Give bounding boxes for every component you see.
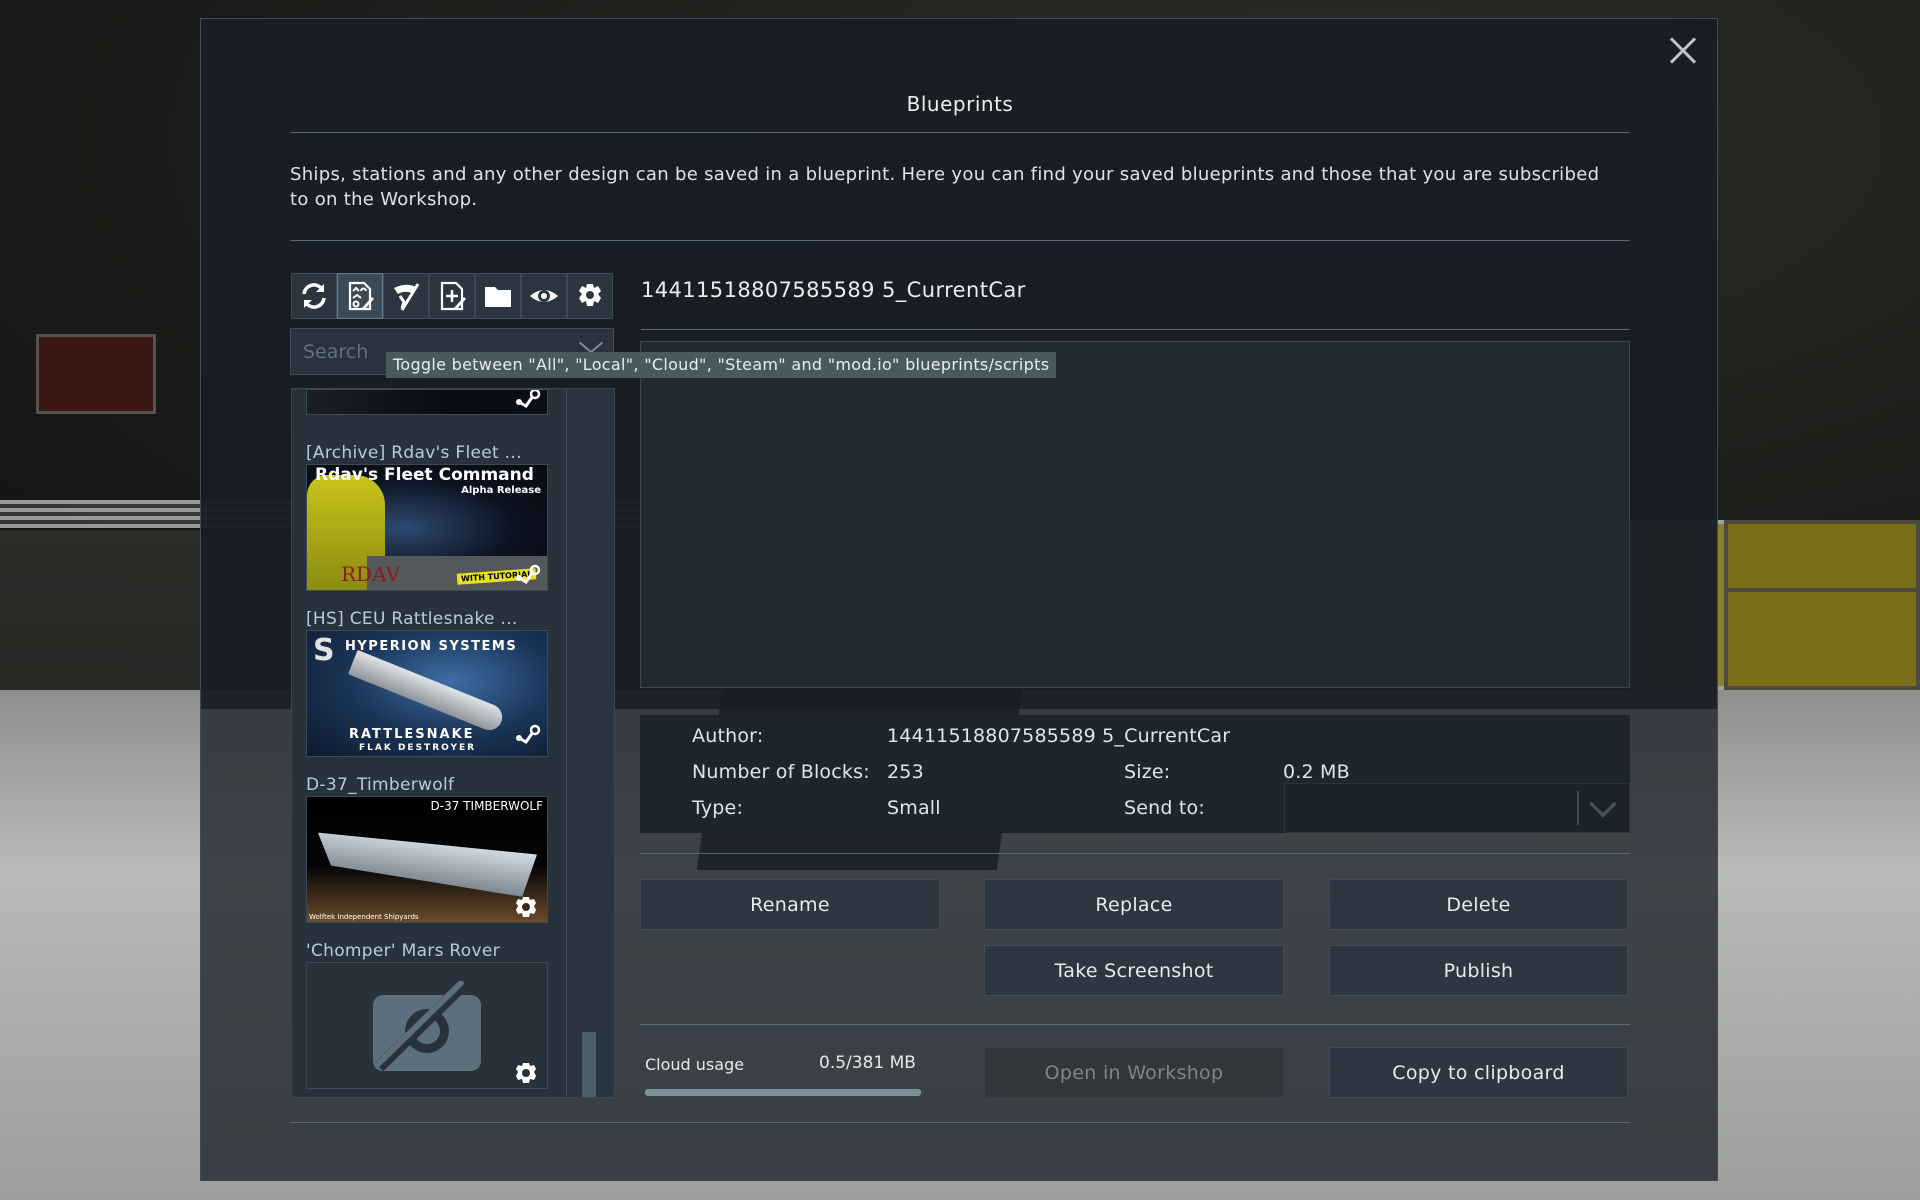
steam-icon [516, 390, 541, 408]
list-item[interactable]: [Archive] Rdav's Fleet ... Rdav's Fleet … [306, 442, 548, 591]
thumbnail-subtitle: RATTLESNAKE [349, 727, 475, 742]
type-label: Type: [692, 797, 744, 819]
list-item[interactable]: [HS] CEU Rattlesnake ... S HYPERION SYST… [306, 608, 548, 757]
blueprint-name: [Archive] Rdav's Fleet ... [306, 443, 522, 463]
eye-icon [530, 290, 558, 302]
hide-icon [394, 283, 420, 311]
list-item[interactable]: 'Chomper' Mars Rover [306, 940, 548, 1089]
publish-button[interactable]: Publish [1329, 945, 1628, 996]
thumbnail-caption: Wolftek Independent Shipyards [309, 913, 419, 921]
cloud-usage-value: 0.5/381 MB [819, 1053, 916, 1073]
dropdown-separator [1577, 791, 1579, 825]
blueprint-name: [HS] CEU Rattlesnake ... [306, 609, 518, 629]
modio-gear-icon [516, 897, 536, 917]
author-label: Author: [692, 725, 764, 747]
visibility-button[interactable] [521, 273, 567, 319]
blueprint-toolbar [291, 273, 613, 319]
blueprint-thumbnail [306, 389, 548, 415]
list-scrollbar-track[interactable] [568, 389, 614, 1097]
refresh-button[interactable] [291, 273, 337, 319]
size-label: Size: [1124, 761, 1171, 783]
blueprint-name: 'Chomper' Mars Rover [306, 941, 500, 961]
blueprint-thumbnail [306, 962, 548, 1089]
refresh-icon [302, 283, 326, 309]
cloud-usage-bar [645, 1089, 924, 1096]
blueprint-list: [Archive] Rdav's Fleet ... Rdav's Fleet … [291, 388, 615, 1098]
title-divider [290, 132, 1630, 133]
list-item[interactable] [306, 389, 548, 415]
blocks-label: Number of Blocks: [692, 761, 870, 783]
send-to-dropdown[interactable] [1284, 783, 1630, 833]
thumbnail-ship [313, 824, 537, 898]
toggle-source-tooltip: Toggle between "All", "Local", "Cloud", … [386, 352, 1057, 378]
background-yellow-container [1724, 520, 1920, 690]
copy-to-clipboard-button[interactable]: Copy to clipboard [1329, 1047, 1628, 1098]
type-value: Small [887, 797, 941, 819]
background-red-crate [36, 334, 156, 414]
bottom-divider [290, 1122, 1630, 1123]
steam-icon [516, 724, 541, 744]
cloud-usage-label: Cloud usage [645, 1055, 745, 1074]
name-divider [641, 329, 1630, 330]
rename-button[interactable]: Rename [640, 879, 940, 930]
folder-icon [485, 287, 511, 307]
blueprint-thumbnail: D-37 TIMBERWOLF Wolftek Independent Ship… [306, 796, 548, 923]
blueprint-thumbnail: Rdav's Fleet Command Alpha Release RDAV … [306, 464, 548, 591]
thumbnail-title: Rdav's Fleet Command [315, 465, 534, 485]
take-screenshot-button[interactable]: Take Screenshot [984, 945, 1284, 996]
list-scrollbar-thumb[interactable] [582, 1032, 596, 1097]
dialog-description: Ships, stations and any other design can… [290, 164, 1600, 210]
size-value: 0.2 MB [1283, 761, 1350, 783]
blueprint-filter-icon [348, 281, 374, 311]
blueprint-title: 14411518807585589 5_CurrentCar [641, 278, 1026, 302]
hide-button[interactable] [383, 273, 429, 319]
close-icon[interactable] [1668, 36, 1698, 66]
list-item[interactable]: D-37_Timberwolf D-37 TIMBERWOLF Wolftek … [306, 774, 548, 923]
thumbnail-caption: FLAK DESTROYER [359, 743, 477, 753]
actions-divider [640, 1024, 1630, 1025]
steam-icon [516, 564, 541, 584]
cloud-usage-fill [645, 1089, 922, 1096]
new-blueprint-icon [440, 281, 466, 311]
thumbnail-logo: RDAV [341, 562, 400, 586]
settings-gear-icon [579, 284, 601, 306]
open-folder-button[interactable] [475, 273, 521, 319]
blueprint-description-box [640, 341, 1630, 688]
thumbnail-subtitle: Alpha Release [461, 485, 541, 496]
thumbnail-ship [347, 649, 507, 735]
dialog-title: Blueprints [906, 92, 1014, 116]
settings-button[interactable] [567, 273, 613, 319]
delete-button[interactable]: Delete [1329, 879, 1628, 930]
blocks-value: 253 [887, 761, 924, 783]
modio-gear-icon [516, 1063, 536, 1083]
blueprint-source-toggle-button[interactable] [337, 273, 383, 319]
blueprint-name: D-37_Timberwolf [306, 775, 455, 795]
chevron-down-icon [1589, 790, 1617, 818]
no-screenshot-icon [373, 980, 481, 1071]
info-divider [640, 853, 1630, 854]
new-blueprint-button[interactable] [429, 273, 475, 319]
blueprint-list-items: [Archive] Rdav's Fleet ... Rdav's Fleet … [292, 389, 567, 1097]
author-value: 14411518807585589 5_CurrentCar [887, 725, 1231, 747]
thumbnail-logo-mark: S [313, 633, 335, 668]
sendto-label: Send to: [1124, 797, 1205, 819]
blueprint-thumbnail: S HYPERION SYSTEMS RATTLESNAKE FLAK DEST… [306, 630, 548, 757]
blueprint-description-input[interactable] [641, 342, 1629, 687]
thumbnail-title: HYPERION SYSTEMS [345, 639, 518, 654]
replace-button[interactable]: Replace [984, 879, 1284, 930]
description-divider [290, 240, 1630, 241]
thumbnail-title: D-37 TIMBERWOLF [430, 799, 543, 813]
open-in-workshop-button[interactable]: Open in Workshop [984, 1047, 1284, 1098]
